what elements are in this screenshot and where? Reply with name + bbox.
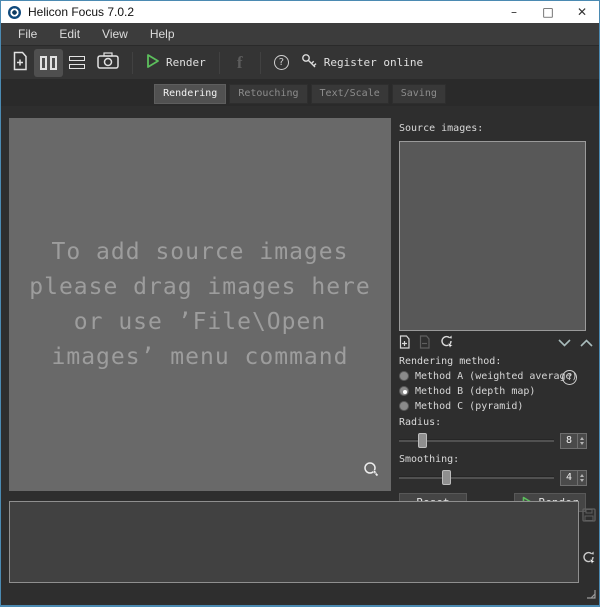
toolbar-separator	[260, 52, 261, 74]
resize-grip-icon[interactable]	[586, 584, 596, 603]
method-a-label: Method A (weighted average)	[415, 371, 578, 382]
app-window: Helicon Focus 7.0.2 – □ ✕ File Edit View…	[0, 0, 600, 607]
camera-button[interactable]	[91, 49, 125, 77]
save-icon[interactable]	[582, 507, 596, 526]
radius-value: 8	[561, 434, 577, 448]
vertical-split-view-button[interactable]	[34, 49, 63, 77]
toolbar-separator	[219, 52, 220, 74]
remove-file-icon[interactable]	[419, 335, 430, 352]
tab-rendering[interactable]: Rendering	[154, 84, 226, 104]
tabstrip: Rendering Retouching Text/Scale Saving	[1, 79, 599, 106]
register-online-label: Register online	[324, 56, 423, 69]
app-icon	[8, 6, 21, 19]
spinner-arrows[interactable]	[577, 434, 586, 448]
camera-icon	[97, 52, 119, 73]
horizontal-split-view-button[interactable]	[63, 49, 91, 77]
source-list-toolbar	[399, 335, 593, 351]
image-drop-area[interactable]: To add source images please drag images …	[9, 118, 391, 491]
spin-down-icon[interactable]	[580, 442, 584, 445]
drop-hint-line: To add source images	[52, 235, 349, 270]
toolbar: Render f ? Register online	[1, 46, 599, 79]
menu-help[interactable]: Help	[139, 24, 186, 44]
smoothing-spinbox[interactable]: 4	[560, 470, 587, 486]
render-toolbar-label: Render	[166, 56, 206, 69]
control-panel: Source images: Rendering method: Metho	[396, 118, 593, 491]
radius-label: Radius:	[399, 417, 593, 428]
drop-hint-line: images’ menu command	[52, 340, 349, 375]
rotate-output-icon[interactable]	[581, 550, 596, 569]
menu-file[interactable]: File	[7, 24, 48, 44]
menubar: File Edit View Help	[1, 23, 599, 46]
radius-slider-row: 8	[399, 432, 593, 449]
source-images-list[interactable]	[399, 141, 586, 331]
help-icon: ?	[274, 55, 289, 70]
radio-icon	[399, 401, 409, 411]
spin-down-icon[interactable]	[580, 479, 584, 482]
key-icon	[301, 53, 318, 73]
render-play-icon	[146, 53, 160, 73]
move-down-icon[interactable]	[558, 339, 571, 347]
magnifier-icon[interactable]	[363, 461, 381, 483]
radio-icon	[399, 371, 409, 381]
spin-up-icon[interactable]	[580, 474, 584, 477]
method-c-option[interactable]: Method C (pyramid)	[399, 400, 593, 412]
menu-edit[interactable]: Edit	[48, 24, 91, 44]
window-title: Helicon Focus 7.0.2	[28, 5, 134, 19]
toolbar-separator	[132, 52, 133, 74]
facebook-icon: f	[237, 53, 243, 73]
rotate-images-icon[interactable]	[439, 334, 454, 352]
facebook-button[interactable]: f	[227, 49, 253, 77]
window-controls: – □ ✕	[497, 1, 599, 23]
smoothing-slider[interactable]	[399, 469, 554, 486]
horizontal-split-icon	[69, 56, 85, 69]
render-toolbar-button[interactable]: Render	[140, 49, 212, 77]
tab-saving[interactable]: Saving	[392, 84, 446, 104]
output-strip[interactable]	[9, 501, 579, 583]
register-online-button[interactable]: Register online	[295, 49, 429, 77]
smoothing-label: Smoothing:	[399, 454, 593, 465]
titlebar: Helicon Focus 7.0.2 – □ ✕	[1, 1, 599, 23]
close-button[interactable]: ✕	[565, 1, 599, 23]
menu-view[interactable]: View	[91, 24, 139, 44]
add-file-icon	[12, 51, 28, 75]
drop-hint-line: or use ’File\Open	[74, 305, 326, 340]
smoothing-slider-row: 4	[399, 469, 593, 486]
source-images-label: Source images:	[399, 123, 593, 134]
radius-spinbox[interactable]: 8	[560, 433, 587, 449]
help-button[interactable]: ?	[268, 49, 295, 77]
radius-slider-handle[interactable]	[418, 433, 427, 448]
method-b-label: Method B (depth map)	[415, 386, 535, 397]
smoothing-value: 4	[561, 471, 577, 485]
add-file-icon[interactable]	[399, 335, 410, 352]
maximize-button[interactable]: □	[531, 1, 565, 23]
radio-selected-icon	[399, 386, 409, 396]
slider-track	[399, 476, 554, 479]
add-images-button[interactable]	[6, 49, 34, 77]
radius-slider[interactable]	[399, 432, 554, 449]
rendering-method-label: Rendering method:	[399, 356, 593, 367]
spinner-arrows[interactable]	[577, 471, 586, 485]
method-b-option[interactable]: Method B (depth map)	[399, 385, 593, 397]
smoothing-slider-handle[interactable]	[442, 470, 451, 485]
move-up-icon[interactable]	[580, 339, 593, 347]
drop-hint-line: please drag images here	[29, 270, 371, 305]
vertical-split-icon	[40, 56, 57, 70]
tab-text-scale[interactable]: Text/Scale	[311, 84, 389, 104]
method-help-icon[interactable]: ?	[562, 370, 577, 385]
minimize-button[interactable]: –	[497, 1, 531, 23]
tab-retouching[interactable]: Retouching	[229, 84, 307, 104]
spin-up-icon[interactable]	[580, 437, 584, 440]
method-c-label: Method C (pyramid)	[415, 401, 523, 412]
